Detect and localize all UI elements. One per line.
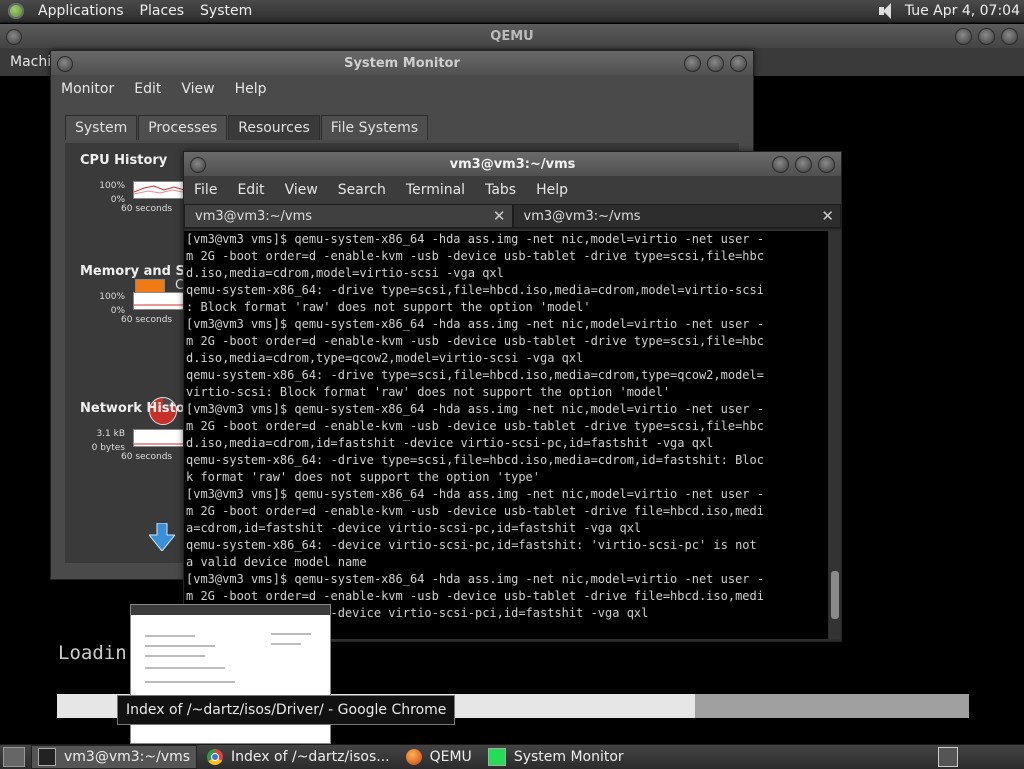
- qemu-titlebar[interactable]: QEMU: [0, 24, 1024, 48]
- minimize-button[interactable]: [684, 55, 701, 72]
- terminal-tab-2[interactable]: vm3@vm3:~/vms ✕: [512, 204, 841, 228]
- close-button[interactable]: [730, 55, 747, 72]
- menu-search[interactable]: Search: [328, 182, 396, 198]
- tab-resources[interactable]: Resources: [228, 115, 320, 140]
- preview-line: [145, 645, 215, 647]
- close-tab-icon[interactable]: ✕: [493, 207, 506, 225]
- qemu-icon: [405, 749, 422, 765]
- receiving-arrow-icon: [149, 523, 175, 551]
- window-menu-icon[interactable]: [57, 56, 73, 72]
- clock[interactable]: Tue Apr 4, 07:04: [905, 3, 1024, 19]
- preview-line: [145, 655, 205, 657]
- network-y-top: 3.1 kB: [96, 429, 125, 439]
- terminal-tabs: vm3@vm3:~/vms ✕ vm3@vm3:~/vms ✕: [184, 204, 841, 229]
- maximize-button[interactable]: [707, 55, 724, 72]
- maximize-button[interactable]: [978, 28, 995, 45]
- system-menu[interactable]: System: [192, 3, 260, 19]
- tab-file-systems[interactable]: File Systems: [320, 115, 429, 140]
- task-label: Index of /~dartz/isos...: [231, 749, 390, 765]
- gnome-logo-icon[interactable]: [8, 3, 24, 19]
- places-menu[interactable]: Places: [132, 3, 193, 19]
- terminal-tab-label: vm3@vm3:~/vms: [523, 208, 641, 224]
- cpu-x-label: 60 seconds: [121, 204, 173, 214]
- cpu-history-graph: [133, 181, 189, 199]
- network-graph-lines: [134, 443, 188, 445]
- close-tab-icon[interactable]: ✕: [821, 207, 834, 225]
- memory-graph-lines: [134, 304, 188, 306]
- menu-view[interactable]: View: [275, 182, 328, 198]
- sysmon-titlebar[interactable]: System Monitor: [51, 51, 753, 75]
- sysmon-tabs: System Processes Resources File Systems: [65, 115, 429, 140]
- terminal-icon: [38, 748, 56, 766]
- menu-help[interactable]: Help: [526, 182, 578, 198]
- preview-line: [145, 681, 235, 683]
- menu-help[interactable]: Help: [225, 81, 277, 97]
- sysmon-menubar: Monitor Edit View Help: [51, 75, 753, 103]
- sysmon-title: System Monitor: [344, 55, 460, 71]
- qemu-title: QEMU: [490, 28, 534, 44]
- terminal-menubar: File Edit View Search Terminal Tabs Help: [184, 176, 841, 204]
- tab-system[interactable]: System: [65, 115, 138, 140]
- close-button[interactable]: [1001, 28, 1018, 45]
- volume-icon[interactable]: [877, 2, 897, 20]
- window-menu-icon[interactable]: [190, 157, 206, 173]
- task-chrome[interactable]: Index of /~dartz/isos...: [201, 746, 396, 768]
- cpu-y-bottom: 0%: [110, 195, 125, 205]
- cpu-graph-lines: [133, 185, 189, 195]
- terminal-window: vm3@vm3:~/vms File Edit View Search Term…: [183, 151, 842, 642]
- top-panel: Applications Places System Tue Apr 4, 07…: [0, 0, 1024, 23]
- menu-file[interactable]: File: [184, 182, 227, 198]
- preview-line: [271, 633, 311, 635]
- minimize-button[interactable]: [955, 28, 972, 45]
- preview-line: [271, 643, 301, 645]
- terminal-title: vm3@vm3:~/vms: [449, 156, 576, 172]
- terminal-output[interactable]: [vm3@vm3 vms]$ qemu-system-x86_64 -hda a…: [184, 231, 828, 639]
- menu-monitor[interactable]: Monitor: [51, 81, 124, 97]
- scrollbar-thumb[interactable]: [831, 571, 839, 619]
- terminal-titlebar[interactable]: vm3@vm3:~/vms: [184, 152, 841, 176]
- tab-processes[interactable]: Processes: [138, 115, 228, 140]
- network-history-title: Network History: [80, 401, 200, 416]
- close-button[interactable]: [818, 156, 835, 173]
- system-monitor-icon: [487, 748, 506, 766]
- chrome-icon: [207, 749, 224, 765]
- task-system-monitor[interactable]: System Monitor: [482, 746, 630, 768]
- maximize-button[interactable]: [795, 156, 812, 173]
- task-label: vm3@vm3:~/vms: [64, 749, 191, 765]
- cpu-y-top: 100%: [99, 181, 125, 191]
- taskbar-tooltip: Index of /~dartz/isos/Driver/ - Google C…: [117, 695, 456, 725]
- menu-edit[interactable]: Edit: [227, 182, 274, 198]
- show-desktop-icon[interactable]: [3, 747, 25, 767]
- task-label: QEMU: [429, 749, 472, 765]
- minimize-button[interactable]: [772, 156, 789, 173]
- memory-history-graph: [133, 292, 189, 310]
- memory-x-label: 60 seconds: [121, 315, 173, 325]
- cpu-history-title: CPU History: [80, 153, 168, 168]
- menu-tabs[interactable]: Tabs: [475, 182, 526, 198]
- applications-menu[interactable]: Applications: [30, 3, 132, 19]
- menu-terminal[interactable]: Terminal: [396, 182, 475, 198]
- menu-edit[interactable]: Edit: [124, 81, 171, 97]
- task-qemu[interactable]: QEMU: [400, 746, 478, 768]
- machine-menu[interactable]: Machi: [10, 54, 51, 70]
- bottom-taskbar: vm3@vm3:~/vms Index of /~dartz/isos... Q…: [0, 744, 1024, 769]
- menu-view[interactable]: View: [171, 81, 224, 97]
- memory-y-bottom: 0%: [110, 306, 125, 316]
- task-label: System Monitor: [513, 749, 624, 765]
- window-menu-icon[interactable]: [6, 29, 22, 45]
- terminal-text: [vm3@vm3 vms]$ qemu-system-x86_64 -hda a…: [186, 232, 764, 620]
- terminal-tab-1[interactable]: vm3@vm3:~/vms ✕: [184, 204, 513, 228]
- network-y-bottom: 0 bytes: [91, 443, 125, 453]
- memory-y-top: 100%: [99, 292, 125, 302]
- workspace-switcher[interactable]: [938, 747, 958, 767]
- network-x-label: 60 seconds: [121, 452, 173, 462]
- preview-line: [145, 667, 225, 669]
- preview-line: [145, 635, 195, 637]
- guest-loading-text: Loadin: [58, 642, 127, 664]
- terminal-scrollbar[interactable]: [829, 231, 841, 639]
- preview-tabbar: [131, 605, 330, 615]
- network-history-graph: [133, 429, 189, 447]
- terminal-tab-label: vm3@vm3:~/vms: [195, 208, 313, 224]
- task-terminal[interactable]: vm3@vm3:~/vms: [31, 745, 198, 769]
